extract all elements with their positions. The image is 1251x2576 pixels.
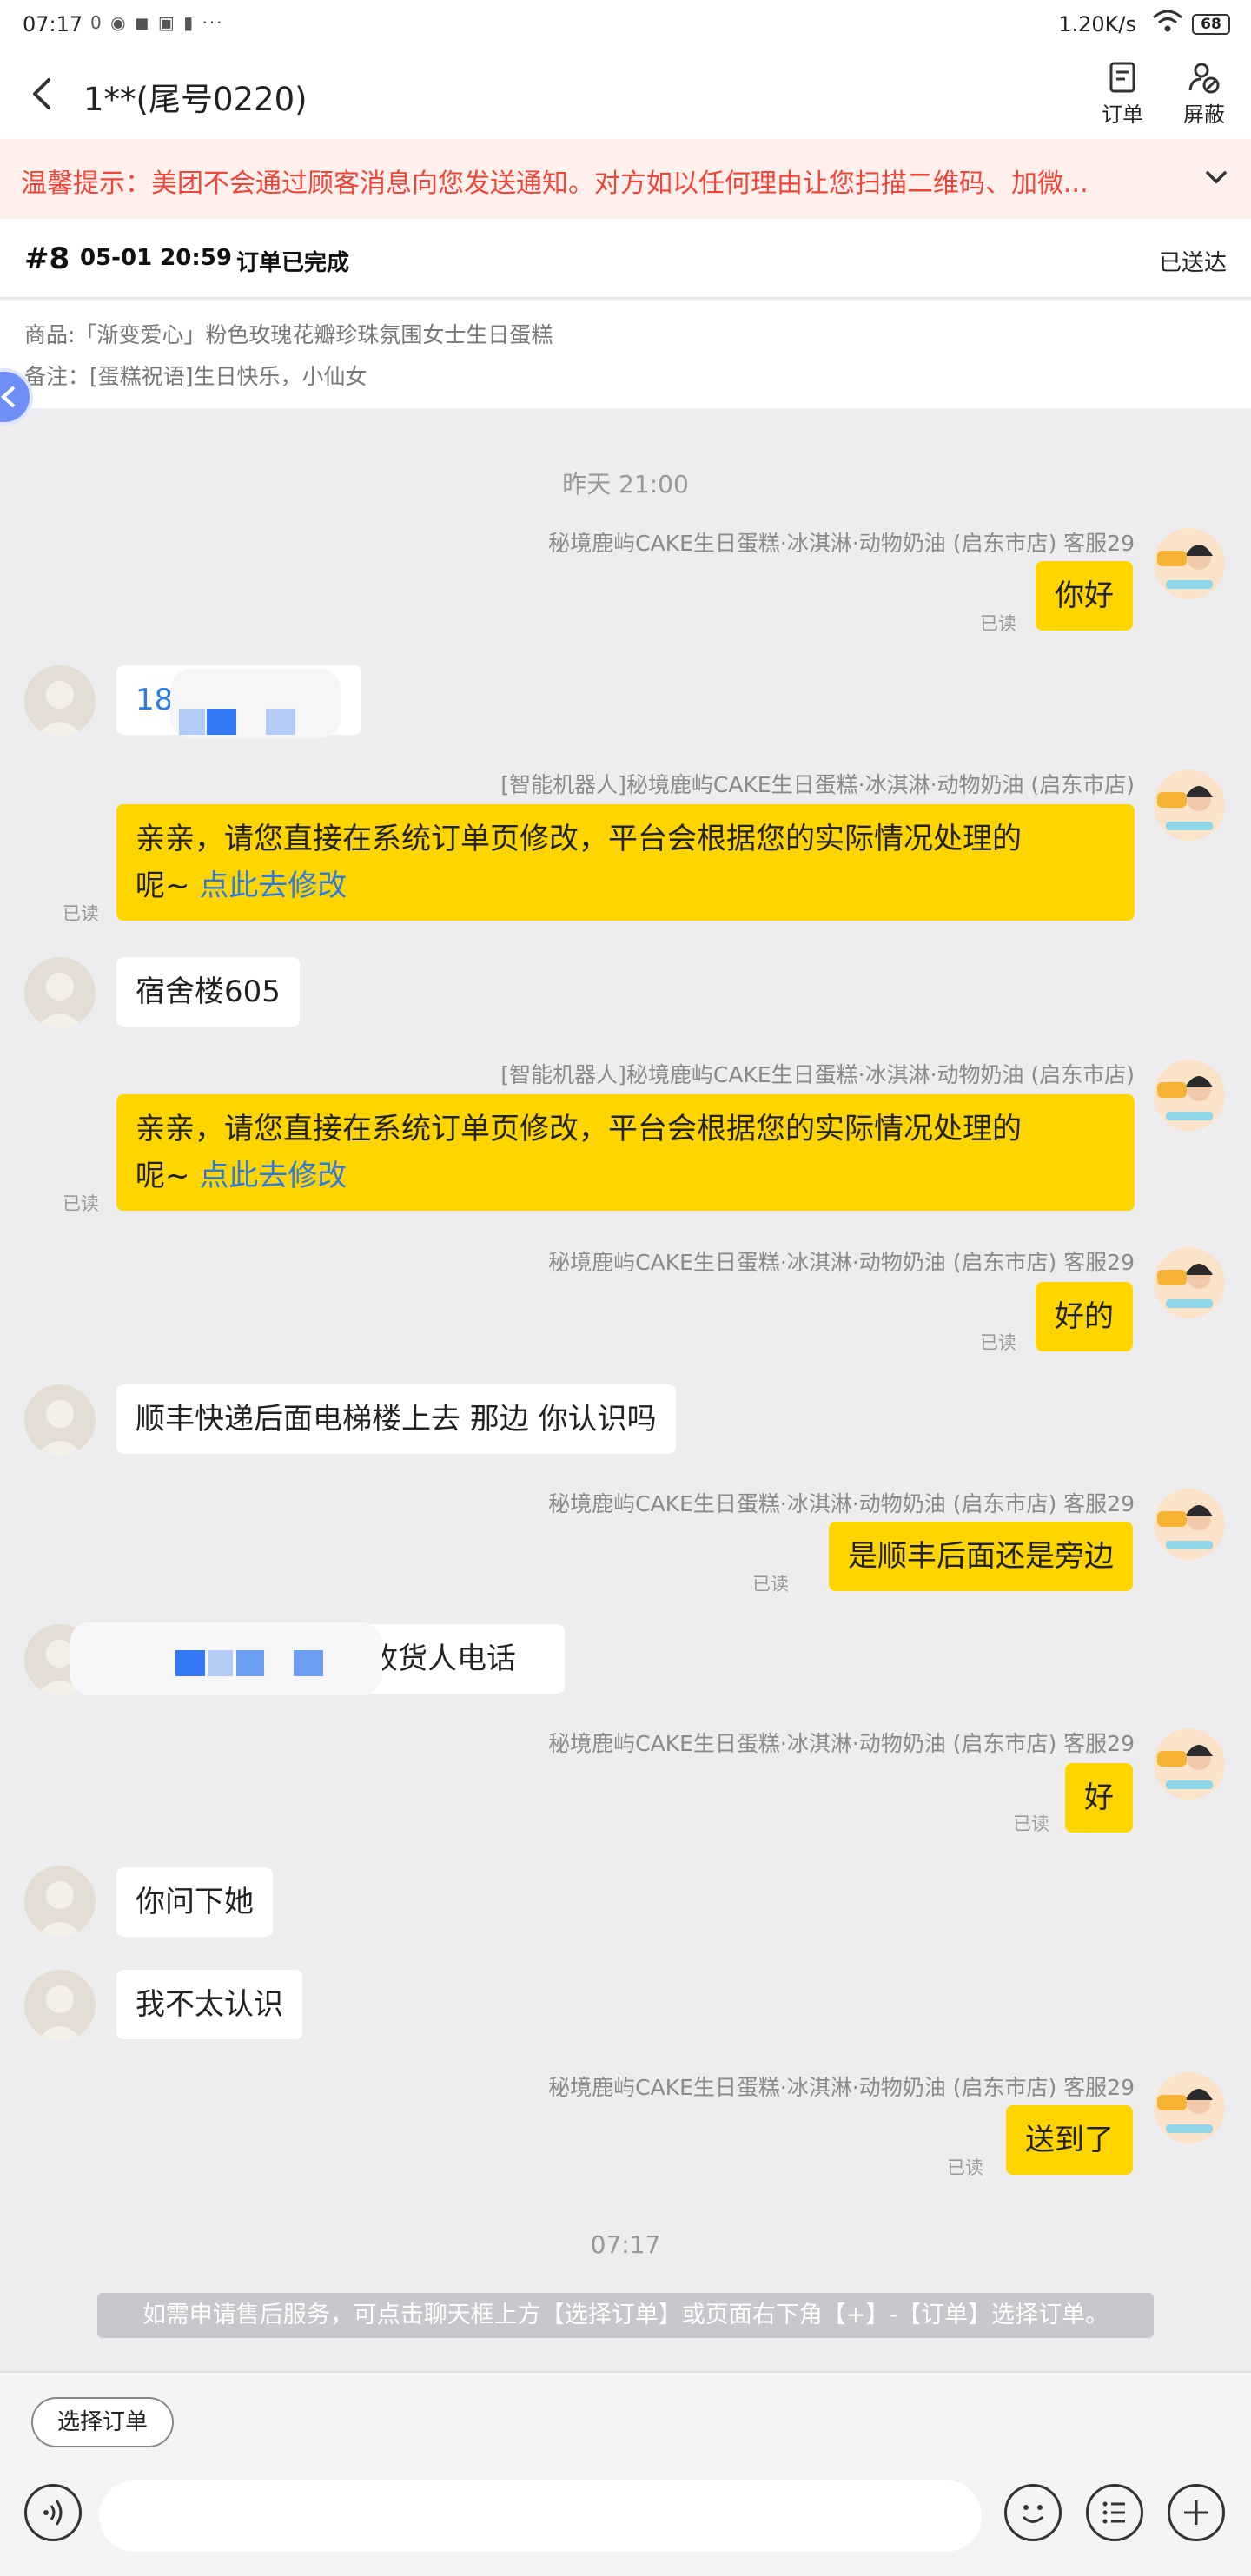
back-icon	[33, 78, 50, 109]
message-bubble[interactable]: 你问下她	[116, 1867, 273, 1937]
shop-avatar[interactable]	[1154, 528, 1225, 599]
message-text-cont: 呢~ 点此去修改	[136, 869, 348, 903]
message-bubble[interactable]: 好的	[1036, 1282, 1133, 1351]
warning-banner[interactable]: 温馨提示：美团不会通过顾客消息向您发送通知。对方如以任何理由让您扫描二维码、加微…	[0, 139, 1251, 219]
shop-avatar[interactable]	[1154, 769, 1225, 841]
select-order-button[interactable]: 选择订单	[31, 2397, 175, 2447]
status-time: 07:17	[23, 12, 83, 36]
network-speed: 1.20K/s	[1058, 12, 1136, 36]
message-sender: [智能机器人]秘境鹿屿CAKE生日蛋糕·冰淇淋·动物奶油 (启东市店)	[500, 1062, 1135, 1087]
read-receipt: 已读	[980, 1332, 1016, 1353]
message-bubble[interactable]: 亲亲，请您直接在系统订单页修改，平台会根据您的实际情况处理的 呢~ 点此去修改	[116, 804, 1135, 921]
message-sender: [智能机器人]秘境鹿屿CAKE生日蛋糕·冰淇淋·动物奶油 (启东市店)	[500, 772, 1135, 797]
message-text: 亲亲，请您直接在系统订单页修改，平台会根据您的实际情况处理的	[136, 1112, 1022, 1146]
customer-avatar[interactable]	[24, 1866, 96, 1937]
voice-icon	[43, 2500, 63, 2526]
message-sender: 秘境鹿屿CAKE生日蛋糕·冰淇淋·动物奶油 (启东市店) 客服29	[548, 1250, 1135, 1275]
emoji-button[interactable]	[1004, 2484, 1062, 2541]
redaction-mark	[294, 1650, 323, 1676]
message-text: 亲亲，请您直接在系统订单页修改，平台会根据您的实际情况处理的	[136, 822, 1022, 856]
customer-avatar[interactable]	[24, 1970, 96, 2041]
redaction-mark	[236, 1650, 264, 1676]
customer-avatar[interactable]	[24, 665, 96, 736]
edit-order-link[interactable]: 点此去修改	[199, 1159, 347, 1193]
header: 1**(尾号0220) 订单 屏蔽	[0, 49, 1251, 139]
phone-number[interactable]: 18	[136, 683, 173, 717]
message-bubble[interactable]: 宿舍楼605	[116, 957, 300, 1027]
redaction-mark	[179, 709, 205, 735]
message-text-cont: 呢~ 点此去修改	[136, 1159, 348, 1193]
message-sender: 秘境鹿屿CAKE生日蛋糕·冰淇淋·动物奶油 (启东市店) 客服29	[548, 2075, 1135, 2100]
message-sender: 秘境鹿屿CAKE生日蛋糕·冰淇淋·动物奶油 (启东市店) 客服29	[548, 531, 1135, 556]
message-bubble[interactable]: 我不太认识	[116, 1970, 302, 2039]
read-receipt: 已读	[980, 613, 1016, 634]
message-bubble[interactable]: 顺丰快递后面电梯楼上去 那边 你认识吗	[116, 1384, 676, 1454]
quick-reply-button[interactable]	[1086, 2484, 1143, 2541]
redaction-mark	[208, 1650, 233, 1676]
chat-title: 1**(尾号0220)	[83, 81, 308, 118]
emoji-icon	[1022, 2505, 1044, 2523]
chevron-left-icon	[1, 386, 16, 408]
order-number: #8	[24, 241, 70, 276]
order-summary[interactable]: #8 05-01 20:59 订单已完成 已送达	[0, 219, 1251, 299]
plus-button[interactable]	[1168, 2484, 1225, 2541]
order-button[interactable]: 订单	[1088, 61, 1157, 128]
order-status: 订单已完成	[236, 250, 350, 276]
plus-icon	[1184, 2500, 1208, 2525]
note-line: 备注：[蛋糕祝语]生日快乐，小仙女	[24, 364, 367, 389]
floating-collapse-button[interactable]	[0, 368, 33, 426]
shop-avatar[interactable]	[1154, 1060, 1225, 1131]
message-bubble[interactable]: 送到了	[1006, 2105, 1133, 2175]
message-sender: 秘境鹿屿CAKE生日蛋糕·冰淇淋·动物奶油 (启东市店) 客服29	[548, 1491, 1135, 1516]
read-receipt: 已读	[63, 1193, 99, 1214]
redaction-mark	[207, 709, 236, 735]
block-label: 屏蔽	[1183, 102, 1225, 127]
time-divider: 昨天 21:00	[562, 470, 689, 499]
message-input[interactable]	[99, 2480, 982, 2552]
read-receipt: 已读	[1013, 1813, 1049, 1834]
order-label: 订单	[1102, 102, 1143, 127]
shop-avatar[interactable]	[1154, 1489, 1225, 1560]
redaction-mark	[266, 709, 295, 735]
wifi-icon	[1152, 9, 1183, 40]
message-bubble[interactable]: 你好	[1036, 561, 1133, 631]
order-icon	[1109, 62, 1135, 93]
status-bar: 07:17 0 ◉ ◼ ▣ ▮ ··· 1.20K/s 68	[0, 0, 1251, 49]
shop-avatar[interactable]	[1154, 1728, 1225, 1800]
after-sales-hint: 如需申请售后服务，可点击聊天框上方【选择订单】或页面右下角【+】-【订单】选择订…	[97, 2293, 1154, 2338]
read-receipt: 已读	[752, 1574, 789, 1595]
read-receipt: 已读	[947, 2157, 983, 2178]
shop-avatar[interactable]	[1154, 2072, 1225, 2143]
read-receipt: 已读	[63, 903, 99, 924]
redaction-mark	[175, 1650, 205, 1676]
order-time: 05-01 20:59	[80, 245, 232, 271]
notification-icons: 0 ◉ ◼ ▣ ▮ ···	[90, 12, 224, 33]
edit-order-link[interactable]: 点此去修改	[199, 869, 347, 903]
customer-avatar[interactable]	[24, 1384, 96, 1456]
chevron-down-icon[interactable]	[1202, 163, 1230, 191]
message-bubble[interactable]: 是顺丰后面还是旁边	[829, 1522, 1133, 1591]
block-button[interactable]: 屏蔽	[1169, 61, 1239, 128]
goods-line: 商品:「渐变爱心」粉色玫瑰花瓣珍珠氛围女士生日蛋糕	[24, 322, 553, 347]
warning-text: 温馨提示：美团不会通过顾客消息向您发送通知。对方如以任何理由让您扫描二维码、加微…	[21, 168, 1089, 199]
voice-button[interactable]	[24, 2484, 82, 2541]
message-bubble[interactable]: 亲亲，请您直接在系统订单页修改，平台会根据您的实际情况处理的 呢~ 点此去修改	[116, 1094, 1135, 1211]
message-bubble[interactable]: 好	[1065, 1763, 1133, 1833]
time-divider: 07:17	[590, 2230, 661, 2259]
battery-icon: 68	[1192, 14, 1230, 35]
input-area: 选择订单	[0, 2371, 1251, 2576]
back-button[interactable]	[17, 68, 70, 120]
customer-avatar[interactable]	[24, 957, 96, 1028]
message-sender: 秘境鹿屿CAKE生日蛋糕·冰淇淋·动物奶油 (启东市店) 客服29	[548, 1731, 1135, 1756]
order-details: 商品:「渐变爱心」粉色玫瑰花瓣珍珠氛围女士生日蛋糕 备注：[蛋糕祝语]生日快乐，…	[0, 301, 1251, 408]
shop-avatar[interactable]	[1154, 1247, 1225, 1318]
block-icon	[1188, 63, 1220, 94]
quick-reply-icon	[1102, 2501, 1125, 2524]
delivery-status: 已送达	[1158, 250, 1227, 276]
